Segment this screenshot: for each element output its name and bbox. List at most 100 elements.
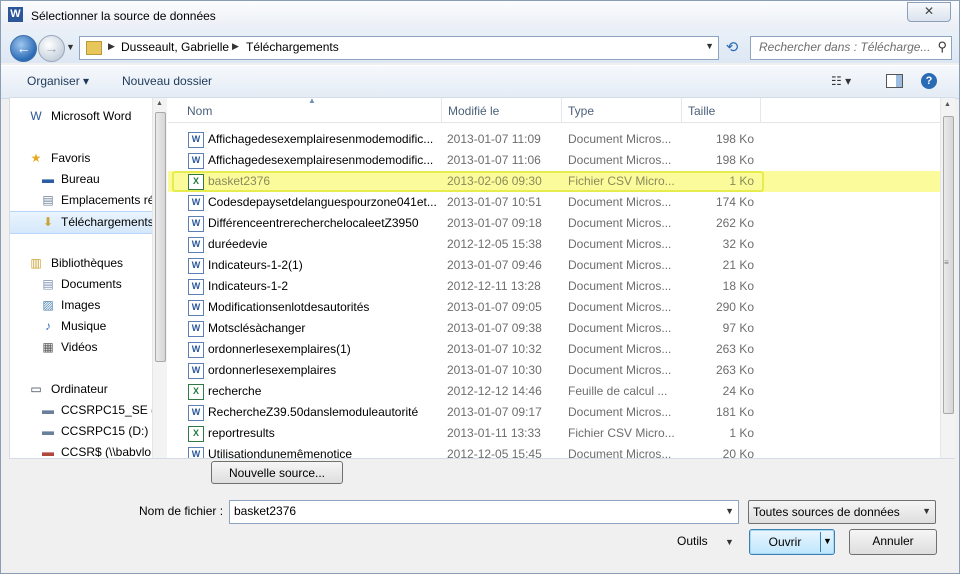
open-button-label[interactable]: Ouvrir (750, 535, 820, 549)
navigation-pane-scrollbar[interactable]: ▲ (152, 98, 167, 458)
column-header-type[interactable]: Type (568, 104, 594, 118)
address-bar[interactable]: ▶ Dusseault, Gabrielle ▶ Téléchargements… (79, 36, 719, 60)
file-name: DifférenceentrerecherchelocaleetZ3950 (208, 216, 419, 230)
word-file-icon: W (188, 195, 204, 211)
computer-icon: ▭ (30, 382, 42, 396)
tools-button[interactable]: Outils (677, 534, 708, 548)
file-name: Codesdepaysetdelanguespourzone041et... (208, 195, 437, 209)
sort-ascending-icon: ▲ (308, 98, 316, 105)
organize-button[interactable]: Organiser ▾ (27, 74, 89, 88)
address-dropdown-icon[interactable]: ▼ (705, 41, 714, 51)
open-button[interactable]: Ouvrir ▼ (749, 529, 835, 555)
sidebar-item-4[interactable]: ⬇ Téléchargements (10, 211, 160, 234)
search-box[interactable]: ⚲ (750, 36, 952, 60)
scroll-thumb[interactable] (155, 112, 166, 362)
filename-dropdown-icon[interactable]: ▼ (725, 506, 734, 516)
star-icon: ★ (30, 151, 42, 165)
column-divider[interactable] (760, 98, 761, 122)
open-options-dropdown-icon[interactable]: ▼ (823, 536, 832, 546)
new-source-button[interactable]: Nouvelle source... (211, 461, 343, 484)
file-type: Document Micros... (568, 195, 672, 209)
file-row[interactable]: W Indicateurs-1-2(1) 2013-01-07 09:46 Docum… (168, 255, 940, 276)
preview-pane-icon[interactable] (886, 74, 903, 88)
documents-icon: ▤ (42, 277, 54, 291)
file-row[interactable]: Wordonnerlesexemplaires 2013-01-07 10:30 D… (168, 360, 940, 381)
chevron-right-icon[interactable]: ▶ (108, 41, 115, 52)
tools-dropdown-icon[interactable]: ▼ (725, 537, 734, 547)
file-row[interactable]: W RechercheZ39.50danslemoduleautorité 2013… (168, 402, 940, 423)
recent-pages-dropdown-icon[interactable]: ▼ (66, 42, 75, 52)
desktop-icon: ▬ (42, 172, 54, 186)
file-modified: 2012-12-05 15:45 (447, 447, 542, 458)
change-view-icon[interactable]: ☷ ▾ (831, 74, 851, 88)
file-row[interactable]: W Motsclésàchanger 2013-01-07 09:38 Documen… (168, 318, 940, 339)
sidebar-item-label: Images (61, 298, 101, 312)
forward-button[interactable]: → (38, 35, 65, 62)
file-row[interactable]: Xrecherche 2012-12-12 14:46 Feuille de cal… (168, 381, 940, 402)
file-name: Indicateurs-1-2 (208, 279, 289, 293)
music-icon: ♪ (45, 319, 51, 333)
file-row[interactable]: Wordonnerlesexemplaires(1) 2013-01-07 10:… (168, 339, 940, 360)
word-icon: W (30, 109, 42, 123)
file-size: 263 Ko (715, 342, 754, 356)
word-file-icon: W (188, 216, 204, 232)
file-size: 290 Ko (715, 300, 754, 314)
file-row[interactable]: W Modificationsenlotdesautorités 2013-01-0… (168, 297, 940, 318)
file-name: recherche (208, 384, 262, 398)
column-header-size[interactable]: Taille (688, 104, 715, 118)
file-size: 1 Ko (729, 426, 754, 440)
file-list-scrollbar[interactable]: ▲ ≡ (940, 98, 955, 458)
file-name: Affichagedesexemplairesenmodemodific... (208, 153, 434, 167)
file-row[interactable]: W Affichagedesexemplairesenmodemodific...… (168, 150, 940, 171)
libraries-icon: ▥ (30, 256, 42, 270)
scroll-up-icon[interactable]: ▲ (156, 100, 163, 107)
new-folder-button[interactable]: Nouveau dossier (122, 74, 212, 88)
word-file-icon: W (188, 300, 204, 316)
help-icon[interactable]: ? (921, 73, 937, 89)
file-name: reportresults (208, 426, 275, 440)
file-type: Document Micros... (568, 279, 672, 293)
word-file-icon: W (188, 258, 204, 274)
column-header-name[interactable]: Nom (187, 104, 212, 118)
chevron-right-icon[interactable]: ▶ (232, 41, 239, 52)
file-row[interactable]: W Utilisationdunemêmenotice 2012-12-05 15:… (168, 444, 940, 458)
search-input[interactable] (751, 37, 929, 57)
file-type-filter[interactable]: Toutes sources de données ▼ (748, 500, 936, 524)
file-row[interactable]: W Codesdepaysetdelanguespourzone041et... 2… (168, 192, 940, 213)
file-row[interactable]: Wduréedevie 2012-12-05 15:38 Document Micr… (168, 234, 940, 255)
file-type-filter-value: Toutes sources de données (753, 505, 900, 519)
file-type: Document Micros... (568, 363, 672, 377)
back-button[interactable]: ← (10, 35, 37, 62)
drive-d-icon: ▬ (42, 424, 54, 438)
search-icon[interactable]: ⚲ (937, 39, 947, 55)
file-type: Document Micros... (568, 132, 672, 146)
file-type: Document Micros... (568, 216, 672, 230)
column-header-modified[interactable]: Modifié le (448, 104, 499, 118)
scroll-up-icon[interactable]: ▲ (944, 101, 951, 108)
file-modified: 2013-01-07 09:05 (447, 300, 542, 314)
file-type: Document Micros... (568, 342, 672, 356)
filename-label: Nom de fichier : (139, 504, 224, 518)
breadcrumb-downloads[interactable]: Téléchargements (246, 40, 339, 54)
column-divider[interactable] (441, 98, 442, 122)
column-divider[interactable] (681, 98, 682, 122)
file-name: Modificationsenlotdesautorités (208, 300, 370, 314)
file-type: Document Micros... (568, 321, 672, 335)
column-divider[interactable] (561, 98, 562, 122)
file-row[interactable]: W Indicateurs-1-2 2012-12-11 13:28 Document… (168, 276, 940, 297)
file-row[interactable]: W Affichagedesexemplairesenmodemodific...… (168, 129, 940, 150)
refresh-icon[interactable]: ⟲ (721, 38, 743, 58)
file-modified: 2013-01-07 09:46 (447, 258, 542, 272)
file-modified: 2013-01-07 11:06 (447, 153, 541, 167)
file-row[interactable]: W DifférenceentrerecherchelocaleetZ3950 20… (168, 213, 940, 234)
word-file-icon: W (188, 132, 204, 148)
breadcrumb-user[interactable]: Dusseault, Gabrielle (121, 40, 229, 54)
file-modified: 2012-12-11 13:28 (447, 279, 541, 293)
close-button[interactable]: ✕ (907, 2, 951, 22)
cancel-button[interactable]: Annuler (849, 529, 937, 555)
filename-input[interactable] (230, 501, 714, 521)
sidebar-item-label: CCSRPC15_SE (C: (61, 403, 160, 417)
sidebar-item-label: Favoris (51, 151, 91, 165)
filename-field[interactable]: ▼ (229, 500, 739, 524)
file-row[interactable]: Xreportresults 2013-01-11 13:33 Fichier CS… (168, 423, 940, 444)
